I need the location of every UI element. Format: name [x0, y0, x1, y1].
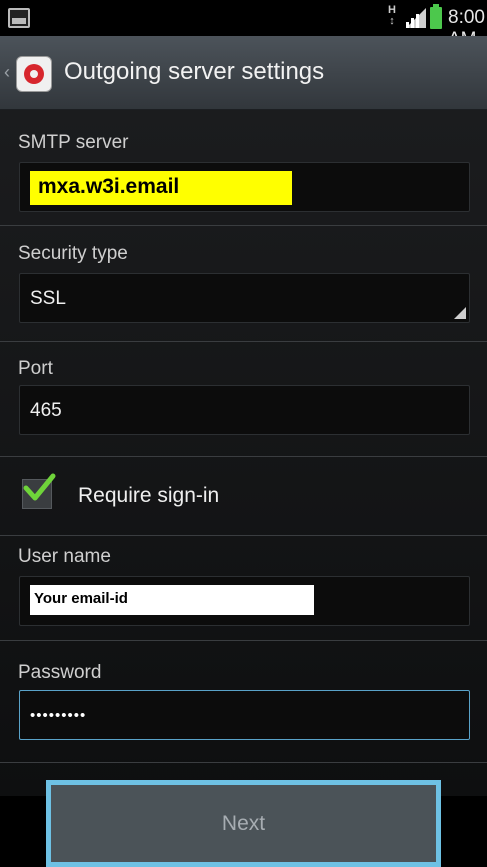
email-app-icon[interactable] — [16, 56, 52, 92]
status-bar: H↕ 8:00 AM — [0, 0, 487, 50]
divider — [0, 535, 487, 536]
port-label: Port — [18, 358, 53, 379]
password-label: Password — [18, 662, 102, 683]
password-input[interactable]: ••••••••• — [19, 690, 470, 740]
port-input[interactable]: 465 — [19, 385, 470, 435]
smtp-server-label: SMTP server — [18, 132, 129, 153]
divider — [0, 225, 487, 226]
password-value: ••••••••• — [30, 707, 87, 724]
dropdown-arrow-icon — [454, 307, 466, 319]
settings-form: SMTP server mxa.w3i.email Security type … — [0, 110, 487, 796]
divider — [0, 341, 487, 342]
divider — [0, 640, 487, 641]
action-bar: ‹ Outgoing server settings — [0, 36, 487, 110]
require-signin-label[interactable]: Require sign-in — [78, 484, 219, 508]
username-input[interactable]: Your email-id — [19, 576, 470, 626]
screenshot-notification-icon — [8, 8, 30, 28]
divider — [0, 456, 487, 457]
back-chevron-icon[interactable]: ‹ — [4, 62, 10, 83]
checkmark-icon — [23, 473, 56, 501]
port-value: 465 — [30, 400, 62, 421]
signal-icon — [406, 8, 426, 28]
network-type-icon: H ↕ — [388, 4, 396, 27]
username-label: User name — [18, 546, 111, 567]
security-type-dropdown[interactable]: SSL — [19, 273, 470, 323]
security-type-value: SSL — [30, 288, 66, 309]
username-value: Your email-id — [34, 590, 128, 607]
divider — [0, 762, 487, 763]
smtp-server-input[interactable]: mxa.w3i.email — [19, 162, 470, 212]
battery-icon — [430, 4, 442, 29]
security-type-label: Security type — [18, 243, 128, 264]
next-button-label: Next — [221, 812, 266, 835]
next-button[interactable]: Next — [46, 780, 441, 867]
smtp-server-value: mxa.w3i.email — [38, 175, 180, 198]
screen-title: Outgoing server settings — [64, 58, 325, 85]
